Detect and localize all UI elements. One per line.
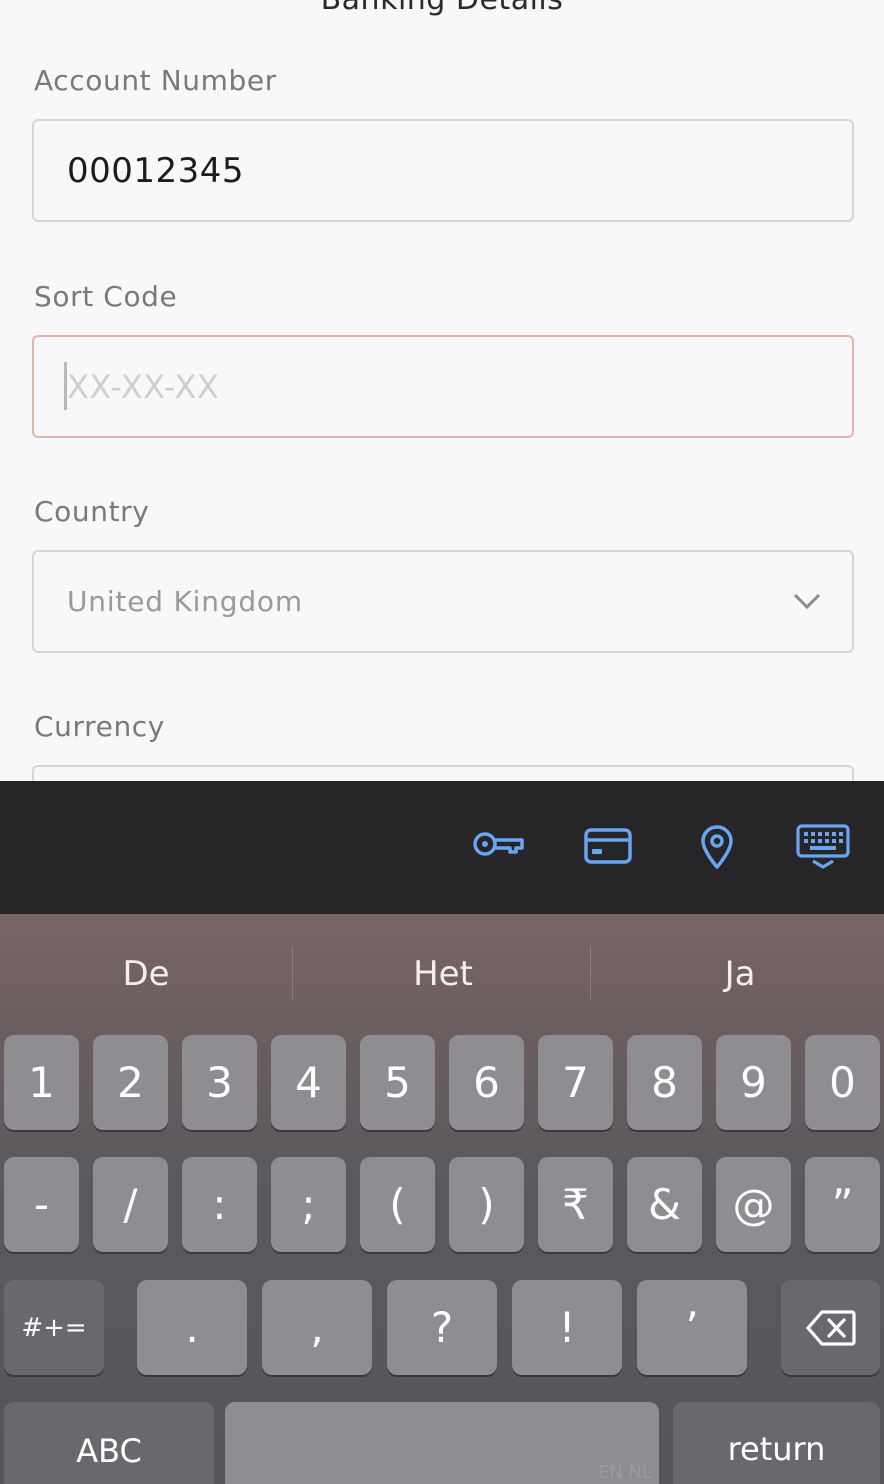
key-8[interactable]: 8 bbox=[627, 1035, 702, 1130]
key-abc[interactable]: ABC bbox=[4, 1402, 214, 1484]
key-hyphen[interactable]: - bbox=[4, 1157, 79, 1252]
key-icon[interactable] bbox=[472, 829, 526, 859]
suggestion-2[interactable]: Het bbox=[343, 954, 543, 994]
country-label: Country bbox=[34, 495, 150, 528]
chevron-down-icon bbox=[793, 593, 821, 610]
backspace-key[interactable] bbox=[781, 1280, 880, 1375]
key-question[interactable]: ? bbox=[387, 1280, 497, 1375]
key-0[interactable]: 0 bbox=[805, 1035, 880, 1130]
key-exclamation[interactable]: ! bbox=[512, 1280, 622, 1375]
account-number-label: Account Number bbox=[34, 64, 277, 97]
location-pin-icon[interactable] bbox=[700, 825, 734, 869]
suggestion-1[interactable]: De bbox=[46, 954, 246, 994]
key-period[interactable]: . bbox=[137, 1280, 247, 1375]
suggestion-divider bbox=[590, 946, 591, 1000]
account-number-field[interactable]: 00012345 bbox=[32, 119, 854, 222]
suggestion-3[interactable]: Ja bbox=[640, 954, 840, 994]
keyboard-accessory-bar bbox=[0, 781, 884, 914]
key-5[interactable]: 5 bbox=[360, 1035, 435, 1130]
key-2[interactable]: 2 bbox=[93, 1035, 168, 1130]
banking-details-form: Banking Details Account Number 00012345 … bbox=[0, 0, 884, 781]
key-open-paren[interactable]: ( bbox=[360, 1157, 435, 1252]
currency-label: Currency bbox=[34, 710, 165, 743]
key-7[interactable]: 7 bbox=[538, 1035, 613, 1130]
key-apostrophe[interactable]: ’ bbox=[637, 1280, 747, 1375]
key-semicolon[interactable]: ; bbox=[271, 1157, 346, 1252]
key-comma[interactable]: , bbox=[262, 1280, 372, 1375]
credit-card-icon[interactable] bbox=[584, 828, 632, 864]
page-title: Banking Details bbox=[0, 0, 884, 17]
key-colon[interactable]: : bbox=[182, 1157, 257, 1252]
delete-icon bbox=[805, 1309, 856, 1346]
key-rupee[interactable]: ₹ bbox=[538, 1157, 613, 1252]
account-number-value: 00012345 bbox=[67, 150, 245, 191]
space-key[interactable] bbox=[225, 1402, 659, 1484]
suggestion-bar: De Het Ja bbox=[0, 914, 884, 1032]
suggestion-divider bbox=[292, 946, 293, 1000]
key-close-paren[interactable]: ) bbox=[449, 1157, 524, 1252]
sort-code-label: Sort Code bbox=[34, 280, 178, 313]
key-6[interactable]: 6 bbox=[449, 1035, 524, 1130]
key-1[interactable]: 1 bbox=[4, 1035, 79, 1130]
return-key[interactable]: return bbox=[673, 1402, 880, 1484]
keyboard-dismiss-icon[interactable] bbox=[796, 824, 850, 870]
key-3[interactable]: 3 bbox=[182, 1035, 257, 1130]
country-select[interactable]: United Kingdom bbox=[32, 550, 854, 653]
key-symbols-toggle[interactable]: #+= bbox=[4, 1280, 104, 1375]
text-caret bbox=[64, 362, 67, 410]
sort-code-field[interactable] bbox=[32, 335, 854, 438]
key-quote[interactable]: ” bbox=[805, 1157, 880, 1252]
sort-code-input[interactable] bbox=[67, 367, 852, 406]
country-value: United Kingdom bbox=[67, 585, 303, 618]
currency-select[interactable] bbox=[32, 765, 854, 781]
key-9[interactable]: 9 bbox=[716, 1035, 791, 1130]
key-at[interactable]: @ bbox=[716, 1157, 791, 1252]
key-slash[interactable]: / bbox=[93, 1157, 168, 1252]
key-ampersand[interactable]: & bbox=[627, 1157, 702, 1252]
key-4[interactable]: 4 bbox=[271, 1035, 346, 1130]
space-language-label: EN NL bbox=[598, 1462, 653, 1483]
